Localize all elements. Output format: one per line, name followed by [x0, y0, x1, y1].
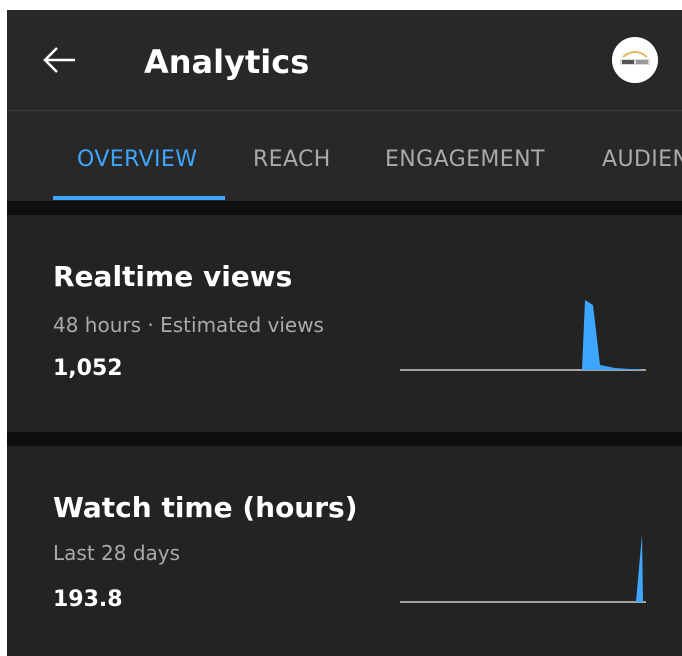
card-title: Realtime views — [53, 260, 293, 293]
page-title: Analytics — [144, 43, 310, 81]
tab-reach[interactable]: REACH — [253, 147, 331, 172]
sparkline-fill — [636, 534, 643, 602]
realtime-views-card[interactable]: Realtime views 48 hours · Estimated view… — [7, 215, 682, 432]
card-value: 1,052 — [53, 356, 123, 381]
card-subtitle: Last 28 days — [53, 541, 181, 565]
arrow-left-icon — [43, 47, 75, 73]
card-value: 193.8 — [53, 587, 123, 612]
analytics-screen: Analytics OVERVIEW REACH ENGAGEMENT AUDI… — [7, 10, 682, 656]
section-divider — [7, 432, 682, 446]
section-divider — [7, 201, 682, 215]
watch-time-card[interactable]: Watch time (hours) Last 28 days 193.8 — [7, 446, 682, 656]
watch-time-sparkline — [400, 534, 646, 603]
tab-audience[interactable]: AUDIENCE — [602, 147, 682, 172]
channel-avatar[interactable] — [612, 37, 658, 83]
analytics-tabs: OVERVIEW REACH ENGAGEMENT AUDIENCE — [7, 111, 682, 209]
channel-avatar-icon — [612, 37, 658, 83]
card-subtitle: 48 hours · Estimated views — [53, 313, 324, 337]
back-button[interactable] — [37, 40, 81, 84]
card-title: Watch time (hours) — [53, 491, 358, 524]
tab-overview[interactable]: OVERVIEW — [77, 147, 197, 172]
sparkline-fill — [582, 300, 641, 370]
tab-engagement[interactable]: ENGAGEMENT — [385, 147, 545, 172]
realtime-views-sparkline — [400, 300, 646, 371]
top-app-bar: Analytics — [7, 10, 682, 110]
active-tab-indicator — [53, 196, 225, 200]
